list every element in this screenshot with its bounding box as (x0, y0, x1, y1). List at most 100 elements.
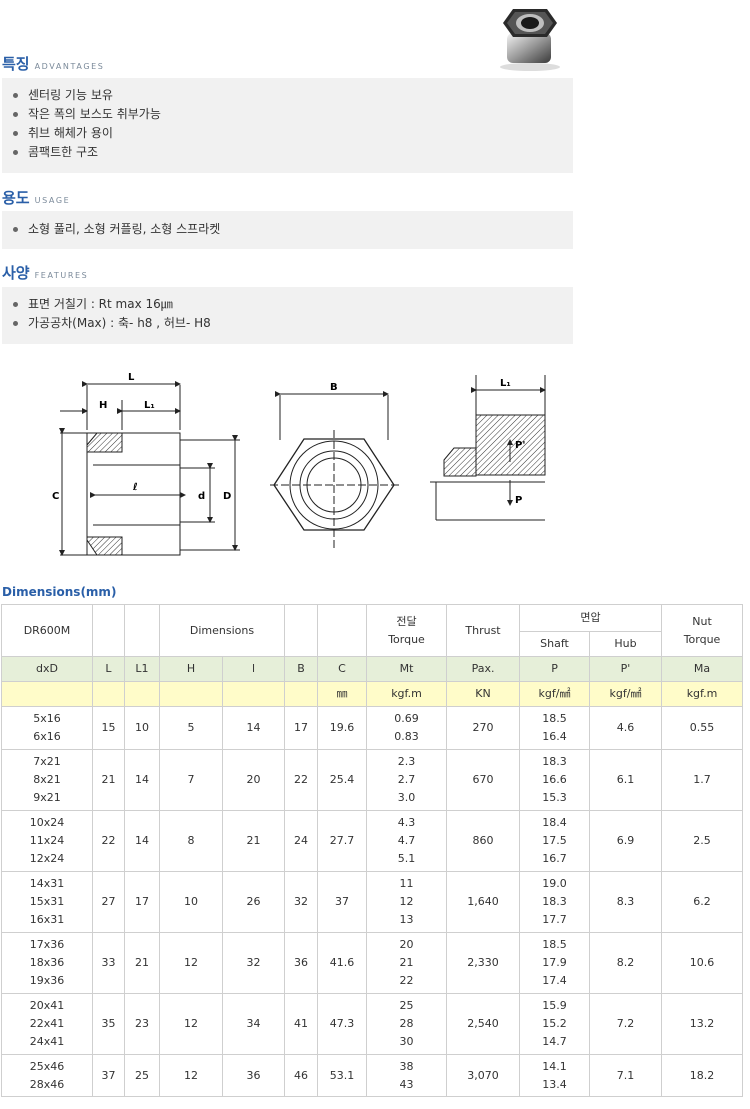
table-cell-pax: 860 (446, 810, 521, 872)
unit-cell (221, 681, 286, 707)
table-cell-dxd: 25x46 28x46 (1, 1054, 93, 1097)
label-P-prime: P' (515, 440, 525, 451)
usage-title-en: USAGE (34, 196, 71, 205)
table-cell-line: 2.3 (397, 755, 416, 768)
table-cell-line: 4.3 (397, 816, 416, 829)
header-model: DR600M (1, 604, 93, 657)
advantages-heading: 특징 ADVANTAGES (2, 53, 104, 74)
table-cell-line: 14.1 (542, 1059, 567, 1073)
table-cell-dxd: 10x24 11x24 12x24 (1, 810, 93, 872)
table-cell-line: 28 (399, 1017, 414, 1030)
table-cell-line: 5.1 (397, 852, 416, 865)
symbol-cell: L (92, 656, 125, 682)
table-cell-l: 33 (92, 932, 125, 994)
table-cell-p: 18.3 16.6 15.3 (519, 749, 591, 811)
unit-cell: ㎜ (317, 681, 368, 707)
label-L1-detail: L₁ (500, 378, 511, 389)
table-cell-line: 18.3 (542, 755, 567, 768)
table-cell-pp: 8.2 (589, 932, 663, 994)
list-item: 소형 풀리, 소형 커플링, 소형 스프라켓 (2, 220, 573, 239)
table-cell-c: 37 (317, 871, 368, 933)
table-cell-dxd: 14x31 15x31 16x31 (1, 871, 93, 933)
symbol-cell: P' (589, 656, 663, 682)
table-cell-line: 15.9 (542, 999, 567, 1012)
table-cell-mt: 11 12 13 (366, 871, 448, 933)
label-H: H (99, 400, 107, 411)
features-box: 표면 거칠기 : Rt max 16㎛ 가공공차(Max) : 축- h8 , … (2, 287, 573, 344)
table-cell-dxd: 17x36 18x36 19x36 (1, 932, 93, 994)
detail-view (430, 375, 546, 521)
technical-drawing: L H L₁ ℓ C d D B L₁ P' P (52, 372, 546, 556)
table-cell-line: 18.5 (542, 712, 567, 725)
header-pressure: 면압 (519, 604, 663, 632)
table-row: 7x21 8x21 9x21 21 14 7 20 22 25.4 2.3 2.7 3.0 670 18.… (1, 749, 744, 811)
list-item: 표면 거칠기 : Rt max 16㎛ (2, 295, 573, 314)
label-P: P (515, 495, 522, 506)
table-cell-l: 21 (221, 810, 286, 872)
table-row: 17x36 18x36 19x36 33 21 12 32 36 41.6 20 21 22 2,330… (1, 932, 744, 994)
header-torque-ko: 전달 (396, 614, 417, 628)
table-row: 5x16 6x16 15 10 5 14 17 19.6 0.69 0.83 270 18.5 16.4… (1, 706, 744, 750)
table-cell-line: 3.0 (397, 791, 416, 804)
unit-cell: kgf/㎟ (519, 681, 591, 707)
table-cell-c: 19.6 (317, 706, 368, 750)
table-cell-mt: 4.3 4.7 5.1 (366, 810, 448, 872)
unit-cell (1, 681, 93, 707)
table-cell-line: 20 (399, 938, 414, 951)
table-cell-line: 17.7 (542, 913, 567, 926)
list-item: 콤팩트한 구조 (2, 143, 573, 162)
symbol-row: dxD L L1 H l B C Mt Pax. P P' Ma (1, 656, 744, 682)
list-item: 가공공차(Max) : 축- h8 , 허브- H8 (2, 314, 573, 333)
header-thrust: Thrust (446, 604, 521, 657)
table-cell-line: 18.5 (542, 938, 567, 951)
table-cell-line: 16.4 (542, 730, 567, 743)
table-cell-b: 32 (284, 871, 319, 933)
table-cell-pp: 8.3 (589, 871, 663, 933)
label-l: ℓ (132, 482, 138, 493)
table-cell-line: 22x41 (29, 1017, 65, 1030)
label-d: d (198, 491, 205, 502)
unit-cell (124, 681, 160, 707)
table-cell-b: 22 (284, 749, 319, 811)
table-cell-line: 18.4 (542, 816, 567, 829)
dimensions-title: Dimensions(mm) (2, 585, 117, 599)
table-cell-line: 7x21 (33, 755, 61, 768)
table-cell-h: 12 (159, 993, 223, 1055)
symbol-cell: Pax. (446, 656, 521, 682)
table-cell-line: 0.83 (394, 730, 419, 743)
advantages-title-en: ADVANTAGES (34, 62, 105, 71)
table-cell-pax: 1,640 (446, 871, 521, 933)
table-cell-dxd: 5x16 6x16 (1, 706, 93, 750)
label-L: L (128, 372, 135, 383)
table-cell-l: 34 (221, 993, 286, 1055)
table-cell-b: 46 (284, 1054, 319, 1097)
symbol-cell: Ma (661, 656, 744, 682)
table-cell-l: 27 (92, 871, 125, 933)
header-hub: Hub (589, 631, 663, 657)
table-cell-line: 12x24 (29, 852, 65, 865)
table-cell-l: 14 (221, 706, 286, 750)
header-nut-torque: Nut Torque (661, 604, 744, 657)
table-cell-l: 32 (221, 932, 286, 994)
table-cell-c: 25.4 (317, 749, 368, 811)
table-cell-mt: 38 43 (366, 1054, 448, 1097)
table-cell-line: 18.3 (542, 895, 567, 908)
header-dimensions: Dimensions (158, 604, 286, 657)
table-cell-line: 16.6 (542, 773, 567, 786)
features-heading: 사양 FEATURES (2, 262, 88, 283)
table-cell-pax: 270 (446, 706, 521, 750)
table-cell-line: 9x21 (33, 791, 61, 804)
table-cell-line: 17.5 (542, 834, 567, 847)
list-item: 작은 폭의 보스도 취부가능 (2, 105, 573, 124)
table-cell-h: 8 (159, 810, 223, 872)
table-cell-p: 19.0 18.3 17.7 (519, 871, 591, 933)
table-cell-l1: 14 (124, 749, 160, 811)
table-cell-c: 27.7 (317, 810, 368, 872)
header-torque: 전달 Torque (366, 604, 448, 657)
table-cell-line: 25x46 (29, 1059, 65, 1073)
table-cell-p: 14.1 13.4 (519, 1054, 591, 1097)
symbol-cell: Mt (366, 656, 448, 682)
table-cell-l: 37 (92, 1054, 125, 1097)
table-cell-line: 11x24 (29, 834, 65, 847)
table-cell-line: 15.3 (542, 791, 567, 804)
